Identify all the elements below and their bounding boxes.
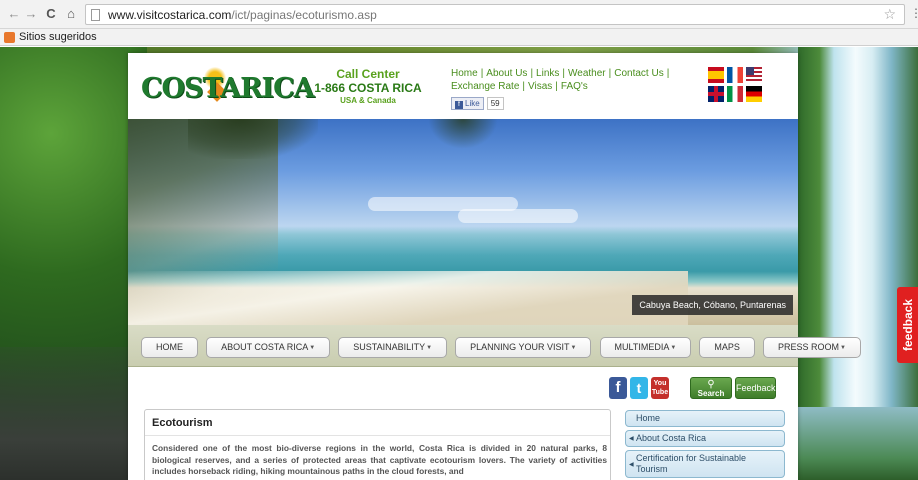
usa-flag-icon[interactable] xyxy=(746,67,762,83)
call-center-number: 1-866 COSTA RICA xyxy=(314,81,422,95)
nav-planning-your-visit[interactable]: PLANNING YOUR VISIT▼ xyxy=(455,337,592,358)
search-button[interactable]: ⚲ Search xyxy=(690,377,732,399)
language-flags xyxy=(708,67,764,103)
facebook-icon: f xyxy=(455,101,463,109)
page-icon xyxy=(91,9,100,21)
spain-flag-icon[interactable] xyxy=(708,67,724,83)
fb-like-button[interactable]: f Like xyxy=(451,97,484,110)
shoreline xyxy=(128,271,688,325)
nav-multimedia[interactable]: MULTIMEDIA▼ xyxy=(599,337,692,358)
link-contact-us[interactable]: Contact Us xyxy=(614,68,663,79)
caret-left-icon: ◀ xyxy=(629,436,634,442)
site-container: COSTARICA Call Center 1-866 COSTA RICA U… xyxy=(128,53,861,480)
back-arrow-icon[interactable]: ← xyxy=(6,6,22,22)
top-links: Home | About Us | Links | Weather | Contact Us | … xyxy=(451,68,670,92)
france-flag-icon[interactable] xyxy=(727,67,743,83)
twitter-icon[interactable]: t xyxy=(630,377,648,399)
nav-maps[interactable]: MAPS xyxy=(699,337,755,358)
caret-down-icon: ▼ xyxy=(839,345,846,351)
youtube-icon[interactable]: You Tube xyxy=(651,377,669,399)
caret-left-icon: ◀ xyxy=(629,462,634,468)
link-about-us[interactable]: About Us xyxy=(486,68,527,79)
cloud xyxy=(458,209,578,223)
rocks-background xyxy=(0,347,128,480)
facebook-like: f Like 59 xyxy=(451,97,504,110)
address-bar[interactable]: www.visitcostarica.com/ict/paginas/ecotu… xyxy=(85,4,905,25)
browser-toolbar: ← → C ⌂ www.visitcostarica.com/ict/pagin… xyxy=(0,0,918,29)
costa-rica-logo[interactable]: COSTARICA xyxy=(141,65,315,107)
facebook-icon[interactable]: f xyxy=(609,377,627,399)
article-body: Considered one of the most bio-diverse r… xyxy=(152,443,607,476)
link-exchange-rate[interactable]: Exchange Rate xyxy=(451,81,519,92)
link-faqs[interactable]: FAQ's xyxy=(561,81,588,92)
site-header: COSTARICA Call Center 1-866 COSTA RICA U… xyxy=(128,53,798,119)
feedback-tab[interactable]: feedback xyxy=(897,287,918,363)
link-links[interactable]: Links xyxy=(536,68,559,79)
call-center-region: USA & Canada xyxy=(340,96,396,105)
home-icon[interactable]: ⌂ xyxy=(63,6,79,22)
search-icon: ⚲ xyxy=(707,379,715,390)
link-visas[interactable]: Visas xyxy=(528,81,552,92)
sidenav-home[interactable]: Home xyxy=(625,410,785,427)
caret-down-icon: ▼ xyxy=(670,345,677,351)
hero-beach-image: Cabuya Beach, Cóbano, Puntarenas xyxy=(128,119,798,325)
pool-background xyxy=(798,407,918,480)
article-title: Ecotourism xyxy=(152,417,213,429)
article-panel: Ecotourism Considered one of the most bi… xyxy=(144,409,611,480)
divider xyxy=(145,435,610,436)
nav-home[interactable]: HOME xyxy=(141,337,198,358)
link-weather[interactable]: Weather xyxy=(568,68,606,79)
page-viewport: COSTARICA Call Center 1-866 COSTA RICA U… xyxy=(0,47,918,480)
feedback-button[interactable]: Feedback xyxy=(735,377,776,399)
call-center-title: Call Center xyxy=(336,67,400,81)
caret-down-icon: ▼ xyxy=(570,345,577,351)
nav-about-costa-rica[interactable]: ABOUT COSTA RICA▼ xyxy=(206,337,331,358)
reload-icon[interactable]: C xyxy=(43,6,59,22)
palm-fronds xyxy=(428,119,498,149)
palm-fronds xyxy=(188,119,318,159)
logo-text: COSTARICA xyxy=(141,73,315,104)
caret-down-icon: ▼ xyxy=(426,345,433,351)
url-text[interactable]: www.visitcostarica.com/ict/paginas/ecotu… xyxy=(108,8,377,22)
germany-flag-icon[interactable] xyxy=(746,86,762,102)
link-home[interactable]: Home xyxy=(451,68,478,79)
suggested-sites-icon xyxy=(4,32,15,43)
bookmarks-bar: Sitios sugeridos xyxy=(0,29,918,46)
side-navigation: Home ◀ About Costa Rica ◀ Certification fo… xyxy=(625,410,785,480)
italy-flag-icon[interactable] xyxy=(727,86,743,102)
bookmark-star-icon[interactable]: ☆ xyxy=(883,6,896,23)
main-navigation: HOME ABOUT COSTA RICA▼ SUSTAINABILITY▼ P… xyxy=(128,325,861,367)
caret-down-icon: ▼ xyxy=(309,345,316,351)
uk-flag-icon[interactable] xyxy=(708,86,724,102)
nav-press-room[interactable]: PRESS ROOM▼ xyxy=(762,337,861,358)
call-center: Call Center 1-866 COSTA RICA USA & Canad… xyxy=(308,67,428,105)
bookmark-suggested-sites[interactable]: Sitios sugeridos xyxy=(19,31,97,43)
fb-like-count: 59 xyxy=(486,97,504,110)
sidenav-about-costa-rica[interactable]: ◀ About Costa Rica xyxy=(625,430,785,447)
nav-sustainability[interactable]: SUSTAINABILITY▼ xyxy=(338,337,448,358)
browser-menu-icon[interactable]: ⋮ xyxy=(910,6,918,20)
forward-arrow-icon[interactable]: → xyxy=(23,6,39,22)
sidenav-certification[interactable]: ◀ Certification for Sustainable Tourism xyxy=(625,450,785,478)
hero-caption: Cabuya Beach, Cóbano, Puntarenas xyxy=(632,295,793,315)
